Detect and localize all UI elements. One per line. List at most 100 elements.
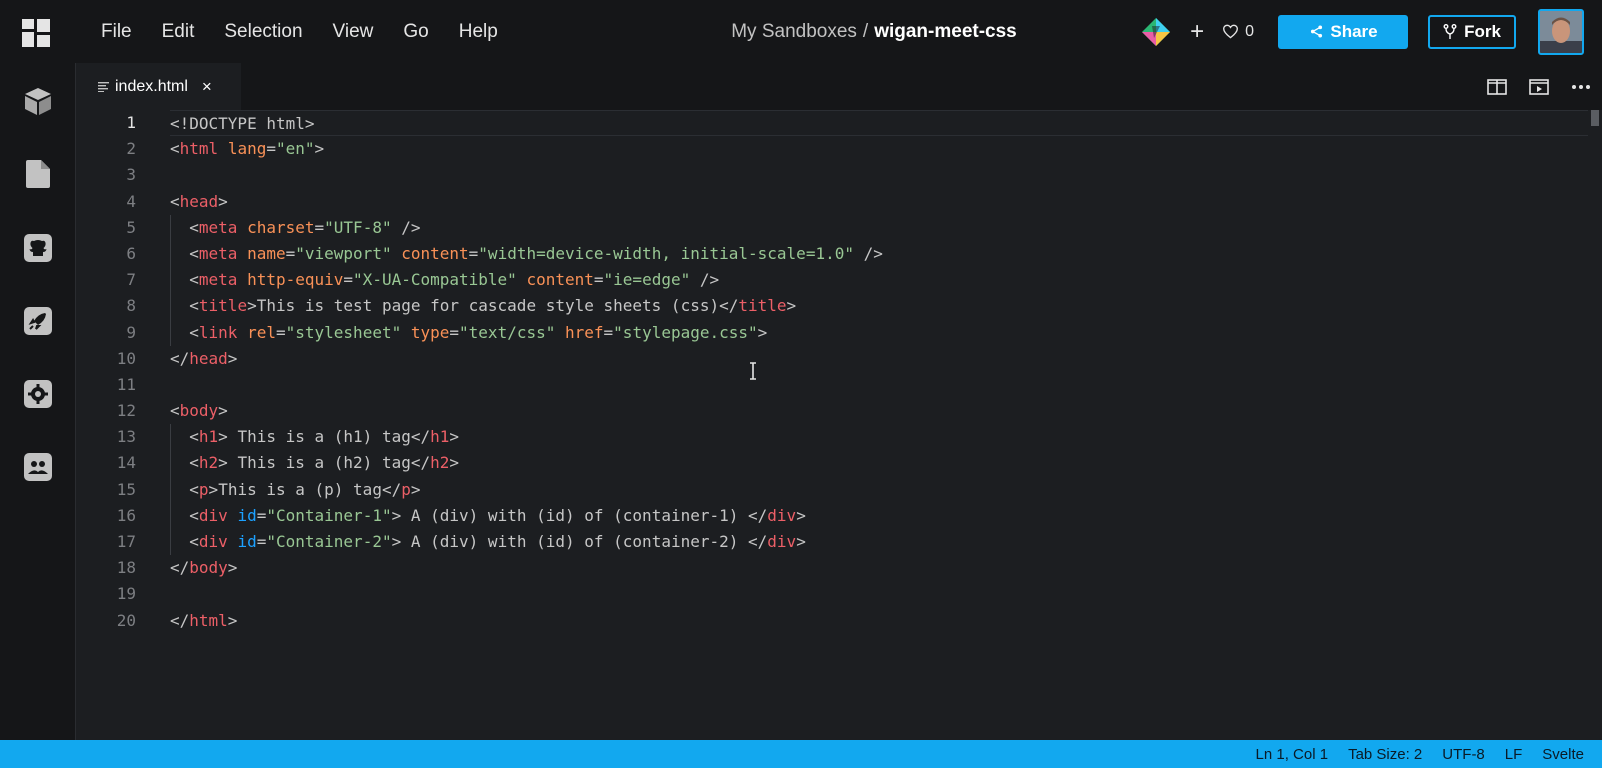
code-token: <: [170, 296, 199, 316]
rocket-icon[interactable]: [20, 303, 56, 339]
code-line[interactable]: <body>: [170, 398, 1588, 424]
code-line[interactable]: [170, 581, 1588, 607]
codesandbox-logo-icon[interactable]: [20, 17, 52, 49]
code-token: type: [410, 322, 450, 342]
file-icon[interactable]: [20, 156, 56, 192]
people-icon[interactable]: [20, 449, 56, 485]
breadcrumb-parent[interactable]: My Sandboxes: [731, 21, 857, 43]
code-line[interactable]: <!DOCTYPE html>: [170, 110, 1588, 137]
template-gem-icon[interactable]: [1140, 16, 1172, 48]
code-line[interactable]: <meta http-equiv="X-UA-Compatible" conte…: [170, 267, 1588, 294]
code-token: >: [218, 401, 228, 421]
cursor-position[interactable]: Ln 1, Col 1: [1256, 746, 1329, 763]
code-line[interactable]: <p>This is a (p) tag</p>: [170, 476, 1588, 503]
text-file-icon: [98, 82, 109, 92]
menu-help[interactable]: Help: [459, 21, 498, 43]
code-token: <: [170, 505, 199, 525]
sandbox-name[interactable]: wigan-meet-css: [874, 21, 1017, 43]
top-menubar: File Edit Selection View Go Help My Sand…: [0, 0, 1602, 63]
code-token: >: [391, 532, 402, 551]
new-sandbox-plus-icon[interactable]: +: [1190, 19, 1204, 44]
split-editor-icon[interactable]: [1476, 63, 1518, 110]
tab-size[interactable]: Tab Size: 2: [1348, 746, 1422, 763]
code-token: =: [256, 532, 267, 551]
line-number: 17: [116, 532, 136, 551]
line-ending[interactable]: LF: [1505, 746, 1523, 763]
fork-button[interactable]: Fork: [1428, 14, 1516, 49]
close-icon[interactable]: ×: [202, 77, 212, 97]
editor-tabs: index.html ×: [76, 63, 1602, 110]
code-token: This is a (h1) tag: [227, 427, 411, 447]
line-number: 20: [116, 610, 136, 630]
indent-guide: [170, 424, 171, 451]
code-token: div: [198, 505, 228, 525]
code-line[interactable]: <meta name="viewport" content="width=dev…: [170, 240, 1588, 268]
code-editor[interactable]: 1 2 3 4 5 6 7 8 9 10 11 12 13 14 15 16 1…: [76, 110, 1602, 740]
line-number: 6: [126, 243, 136, 263]
code-token: "stylepage.css": [613, 322, 758, 342]
language-mode[interactable]: Svelte: [1542, 746, 1584, 763]
code-line[interactable]: <link rel="stylesheet" type="text/css" h…: [170, 319, 1588, 346]
code-line[interactable]: <h1> This is a (h1) tag</h1>: [170, 424, 1588, 451]
menu-go[interactable]: Go: [403, 21, 428, 43]
code-line[interactable]: <html lang="en">: [170, 136, 1588, 162]
code-token: href: [565, 322, 604, 342]
scrollbar-thumb[interactable]: [1591, 110, 1599, 126]
code-token: =: [449, 322, 460, 342]
code-token: p: [401, 479, 411, 499]
share-button[interactable]: Share: [1278, 14, 1408, 49]
code-token: >: [449, 427, 460, 447]
line-number: 8: [126, 296, 136, 316]
code-line[interactable]: <title>This is test page for cascade sty…: [170, 293, 1588, 320]
indent-guide: [170, 450, 171, 477]
code-token: =: [593, 270, 604, 290]
code-token: =: [343, 270, 354, 290]
menu-view[interactable]: View: [333, 21, 374, 43]
code-token: "UTF-8": [324, 217, 392, 237]
code-token: =: [314, 217, 325, 237]
line-number: 11: [116, 374, 136, 394]
code-token: h1: [198, 427, 219, 447]
code-lines[interactable]: <!DOCTYPE html> <html lang="en"> <head> <…: [170, 110, 1588, 634]
code-token: "viewport": [295, 243, 392, 263]
line-number: 14: [116, 453, 136, 473]
preview-icon[interactable]: [1518, 63, 1560, 110]
code-line[interactable]: <div id="Container-2"> A (div) with (id)…: [170, 529, 1588, 556]
encoding[interactable]: UTF-8: [1442, 746, 1485, 763]
code-token: >: [218, 191, 228, 211]
code-line[interactable]: <div id="Container-1"> A (div) with (id)…: [170, 502, 1588, 529]
code-line[interactable]: <head>: [170, 189, 1588, 215]
like-button[interactable]: 0: [1222, 23, 1254, 41]
code-token: </: [381, 479, 402, 499]
more-options-icon[interactable]: [1560, 63, 1602, 110]
cube-icon[interactable]: [20, 83, 56, 119]
code-line[interactable]: </body>: [170, 555, 1588, 581]
code-line[interactable]: [170, 162, 1588, 188]
indent-guide: [170, 240, 171, 268]
tab-label: index.html: [115, 77, 188, 95]
code-line[interactable]: <h2> This is a (h2) tag</h2>: [170, 450, 1588, 477]
menu-selection[interactable]: Selection: [224, 21, 302, 43]
indent-guide: [170, 267, 171, 294]
code-line[interactable]: </html>: [170, 608, 1588, 634]
indent-guide: [170, 293, 171, 320]
menu-edit[interactable]: Edit: [162, 21, 195, 43]
avatar[interactable]: [1538, 8, 1584, 55]
github-icon[interactable]: [20, 230, 56, 266]
code-token: name: [247, 243, 286, 263]
code-token: h2: [430, 453, 450, 473]
gear-icon[interactable]: [20, 376, 56, 412]
code-token: h2: [198, 453, 219, 473]
code-line[interactable]: <meta charset="UTF-8" />: [170, 214, 1588, 241]
code-line[interactable]: </head>: [170, 346, 1588, 372]
code-token: head: [179, 191, 219, 211]
code-token: div: [198, 532, 228, 551]
line-number: 12: [116, 401, 136, 421]
menu-file[interactable]: File: [101, 21, 132, 43]
code-line[interactable]: [170, 372, 1588, 398]
line-number: 15: [116, 479, 136, 499]
line-number: 1: [126, 113, 136, 132]
tab-index-html[interactable]: index.html ×: [76, 63, 241, 110]
